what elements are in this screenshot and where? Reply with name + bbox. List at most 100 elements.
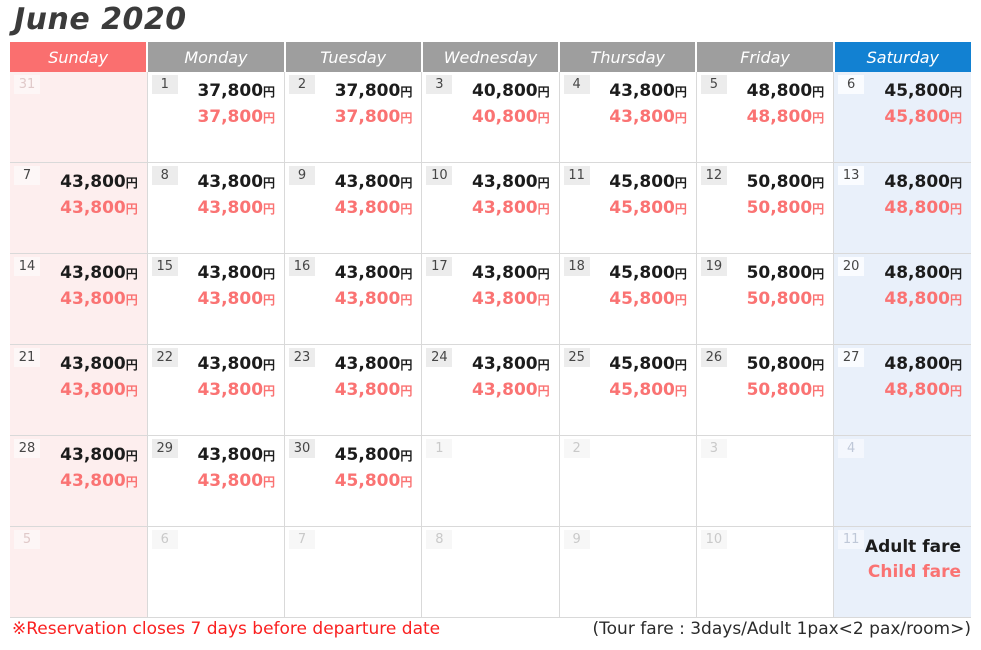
child-fare: 48,800円 xyxy=(884,287,962,313)
yen-symbol: 円 xyxy=(263,293,276,307)
day-number: 29 xyxy=(151,439,178,458)
calendar-day-cell[interactable]: 28 43,800円 43,800円 xyxy=(10,435,148,527)
calendar-day-cell[interactable]: 20 48,800円 48,800円 xyxy=(833,253,971,345)
yen-symbol: 円 xyxy=(125,358,138,372)
child-fare: 43,800円 xyxy=(197,287,275,313)
weekday-header-thursday: Thursday xyxy=(559,42,698,72)
calendar-day-cell[interactable]: 23 43,800円 43,800円 xyxy=(284,344,423,436)
yen-symbol: 円 xyxy=(263,267,276,281)
adult-fare-value: 43,800 xyxy=(197,445,264,465)
yen-symbol: 円 xyxy=(537,358,550,372)
yen-symbol: 円 xyxy=(537,267,550,281)
calendar-day-cell[interactable]: 5 48,800円 48,800円 xyxy=(696,72,835,163)
calendar-day-cell[interactable]: 9 43,800円 43,800円 xyxy=(284,162,423,254)
calendar-day-cell[interactable]: 25 45,800円 45,800円 xyxy=(559,344,697,436)
yen-symbol: 円 xyxy=(674,111,687,125)
day-number: 7 xyxy=(289,530,316,549)
child-fare: 43,800円 xyxy=(60,196,138,222)
calendar-day-cell[interactable]: 18 45,800円 45,800円 xyxy=(559,253,697,345)
fare-prices: 43,800円 43,800円 xyxy=(60,352,138,404)
child-fare-legend-label: Child fare xyxy=(867,562,961,582)
yen-symbol: 円 xyxy=(537,202,550,216)
adult-fare: 43,800円 xyxy=(472,170,550,196)
day-number: 9 xyxy=(289,166,316,185)
calendar-week-row: 21 43,800円 43,800円 22 43,800円 43,800円 23 43,800… xyxy=(10,344,971,436)
yen-symbol: 円 xyxy=(125,176,138,190)
calendar-day-cell[interactable]: 6 45,800円 45,800円 xyxy=(833,72,971,163)
yen-symbol: 円 xyxy=(949,85,962,99)
child-fare-value: 45,800 xyxy=(609,380,675,400)
day-number: 4 xyxy=(838,439,865,458)
child-fare: 48,800円 xyxy=(884,196,962,222)
fare-prices: 48,800円 48,800円 xyxy=(884,170,962,222)
calendar-day-cell[interactable]: 2 37,800円 37,800円 xyxy=(284,72,423,163)
calendar-day-cell[interactable]: 15 43,800円 43,800円 xyxy=(147,253,286,345)
child-fare: 48,800円 xyxy=(884,378,962,404)
adult-fare-value: 43,800 xyxy=(60,354,126,374)
weekday-header-saturday: Saturday xyxy=(833,42,971,72)
yen-symbol: 円 xyxy=(537,85,550,99)
adult-fare: 43,800円 xyxy=(60,443,138,469)
calendar-day-cell[interactable]: 19 50,800円 50,800円 xyxy=(696,253,835,345)
calendar-day-cell[interactable]: 12 50,800円 50,800円 xyxy=(696,162,835,254)
day-number: 18 xyxy=(563,257,590,276)
adult-fare-value: 48,800 xyxy=(884,354,950,374)
day-number: 30 xyxy=(289,439,316,458)
calendar-day-cell[interactable]: 27 48,800円 48,800円 xyxy=(833,344,971,436)
adult-fare-value: 50,800 xyxy=(746,263,813,283)
calendar-day-cell[interactable]: 21 43,800円 43,800円 xyxy=(10,344,148,436)
calendar-day-cell[interactable]: 11 45,800円 45,800円 xyxy=(559,162,697,254)
calendar-day-cell-inactive: 11 Adult fare Child fare xyxy=(833,526,971,618)
fare-prices: 45,800円 45,800円 xyxy=(335,443,413,495)
yen-symbol: 円 xyxy=(125,202,138,216)
child-fare-value: 43,800 xyxy=(60,380,126,400)
calendar-day-cell[interactable]: 30 45,800円 45,800円 xyxy=(284,435,423,527)
calendar-day-cell[interactable]: 3 40,800円 40,800円 xyxy=(421,72,560,163)
calendar-day-cell[interactable]: 13 48,800円 48,800円 xyxy=(833,162,971,254)
calendar-day-cell[interactable]: 7 43,800円 43,800円 xyxy=(10,162,148,254)
calendar-day-cell[interactable]: 26 50,800円 50,800円 xyxy=(696,344,835,436)
adult-fare: 43,800円 xyxy=(60,352,138,378)
child-fare-value: 43,800 xyxy=(609,107,675,127)
child-fare-value: 50,800 xyxy=(746,289,813,309)
fare-prices: 43,800円 43,800円 xyxy=(197,261,275,313)
adult-fare: 43,800円 xyxy=(335,261,413,287)
adult-fare-value: 50,800 xyxy=(746,172,813,192)
yen-symbol: 円 xyxy=(949,176,962,190)
yen-symbol: 円 xyxy=(674,176,687,190)
calendar-day-cell[interactable]: 29 43,800円 43,800円 xyxy=(147,435,286,527)
child-fare-value: 43,800 xyxy=(472,289,538,309)
weekday-header-friday: Friday xyxy=(696,42,835,72)
calendar-day-cell[interactable]: 17 43,800円 43,800円 xyxy=(421,253,560,345)
calendar-day-cell[interactable]: 10 43,800円 43,800円 xyxy=(421,162,560,254)
day-number: 5 xyxy=(14,530,40,549)
calendar-day-cell-inactive: 7 xyxy=(284,526,423,618)
calendar-day-cell[interactable]: 16 43,800円 43,800円 xyxy=(284,253,423,345)
yen-symbol: 円 xyxy=(400,475,413,489)
child-fare: 45,800円 xyxy=(609,196,687,222)
calendar-day-cell[interactable]: 24 43,800円 43,800円 xyxy=(421,344,560,436)
reservation-note: ※Reservation closes 7 days before depart… xyxy=(12,619,441,639)
calendar-day-cell[interactable]: 14 43,800円 43,800円 xyxy=(10,253,148,345)
calendar-day-cell[interactable]: 4 43,800円 43,800円 xyxy=(559,72,697,163)
yen-symbol: 円 xyxy=(400,293,413,307)
adult-fare: 43,800円 xyxy=(472,352,550,378)
yen-symbol: 円 xyxy=(400,111,413,125)
calendar-day-cell-inactive: 31 xyxy=(10,72,148,163)
yen-symbol: 円 xyxy=(125,267,138,281)
calendar-week-row: 28 43,800円 43,800円 29 43,800円 43,800円 30 45,800… xyxy=(10,435,971,527)
adult-fare-value: 40,800 xyxy=(472,81,538,101)
calendar-day-cell[interactable]: 8 43,800円 43,800円 xyxy=(147,162,286,254)
adult-fare-value: 43,800 xyxy=(472,263,538,283)
fare-prices: 48,800円 48,800円 xyxy=(884,261,962,313)
fare-prices: 43,800円 43,800円 xyxy=(609,79,687,131)
yen-symbol: 円 xyxy=(812,293,825,307)
calendar-day-cell-inactive: 2 xyxy=(559,435,697,527)
adult-fare-value: 48,800 xyxy=(746,81,813,101)
adult-fare-value: 45,800 xyxy=(884,81,950,101)
calendar-day-cell[interactable]: 1 37,800円 37,800円 xyxy=(147,72,286,163)
yen-symbol: 円 xyxy=(263,449,276,463)
calendar-day-cell[interactable]: 22 43,800円 43,800円 xyxy=(147,344,286,436)
calendar-body: 31 1 37,800円 37,800円 2 37,800円 37,800円 3 40,800円… xyxy=(10,72,971,618)
day-number: 25 xyxy=(563,348,590,367)
